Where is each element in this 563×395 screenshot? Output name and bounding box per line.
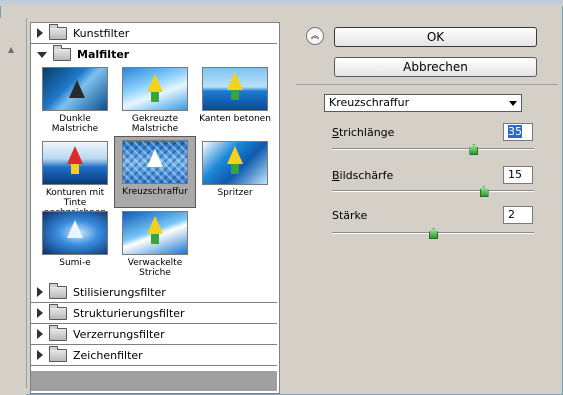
thumbnail-caption: Dunkle Malstriche	[51, 114, 99, 134]
separator	[296, 84, 558, 85]
strichlaenge-track[interactable]	[332, 148, 534, 150]
collapse-triangle-icon[interactable]	[37, 52, 47, 58]
thumb-gekreuzte-malstriche[interactable]: Gekreuzte Malstriche	[115, 67, 195, 137]
folder-icon	[49, 23, 67, 40]
filter-gallery-panel: Kunstfilter Malfilter Dunkle Malstriche …	[30, 22, 280, 394]
thumbnail-image	[122, 140, 188, 184]
category-malfilter[interactable]: Malfilter	[31, 44, 277, 64]
category-label: Kunstfilter	[73, 26, 130, 40]
thumb-dunkle-malstriche[interactable]: Dunkle Malstriche	[35, 67, 115, 137]
thumbnail-image	[122, 67, 188, 111]
bildschaerfe-input[interactable]: 15	[503, 166, 533, 184]
ok-button[interactable]: OK	[334, 27, 537, 47]
category-verzerrungsfilter[interactable]: Verzerrungsfilter	[31, 324, 277, 345]
expand-triangle-icon[interactable]	[37, 28, 43, 38]
thumbnail-caption: Kanten betonen	[199, 114, 271, 124]
folder-icon	[49, 345, 67, 362]
expand-triangle-icon[interactable]	[37, 350, 43, 360]
filter-select[interactable]: Kreuzschraffur	[324, 94, 522, 112]
thumbnail-image	[202, 67, 268, 111]
thumb-kanten-betonen[interactable]: Kanten betonen	[195, 67, 275, 137]
thumbnail-caption: Sumi-e	[59, 258, 91, 268]
filter-select-value: Kreuzschraffur	[329, 96, 410, 109]
category-label: Verzerrungsfilter	[73, 327, 165, 341]
thumbnail-caption: Spritzer	[217, 188, 253, 198]
thumbnail-caption: Gekreuzte Malstriche	[131, 114, 179, 134]
scroll-up-icon[interactable]: ▲	[8, 46, 16, 54]
thumbnail-image	[42, 141, 108, 185]
filter-settings-panel: Kreuzschraffur Strichlänge 35 Bildschärf…	[306, 86, 558, 392]
open-folder-icon	[53, 44, 71, 61]
panel-divider[interactable]	[26, 18, 27, 388]
folder-icon	[49, 282, 67, 299]
category-strukturierungsfilter[interactable]: Strukturierungsfilter	[31, 303, 277, 324]
expand-triangle-icon[interactable]	[37, 329, 43, 339]
category-kunstfilter[interactable]: Kunstfilter	[31, 23, 277, 44]
chevron-down-icon[interactable]	[509, 101, 517, 106]
bildschaerfe-label: Bildschärfe	[332, 169, 394, 182]
staerke-input[interactable]: 2	[503, 206, 533, 224]
staerke-label: Stärke	[332, 209, 368, 222]
thumb-konturen-mit-tinte[interactable]: Konturen mit Tinte nachzeichnen	[35, 141, 115, 218]
thumbnail-caption: Verwackelte Striche	[127, 258, 183, 278]
thumb-verwackelte-striche[interactable]: Verwackelte Striche	[115, 211, 195, 281]
thumb-spritzer[interactable]: Spritzer	[195, 141, 275, 211]
thumb-kreuzschraffur[interactable]: Kreuzschraffur	[114, 136, 196, 208]
strichlaenge-input[interactable]: 35	[503, 123, 533, 141]
expand-triangle-icon[interactable]	[37, 287, 43, 297]
preview-scroll-strip: ▲	[0, 18, 26, 395]
cancel-button[interactable]: Abbrechen	[334, 57, 537, 77]
title-bar-edge	[0, 0, 563, 6]
staerke-slider[interactable]	[429, 228, 438, 239]
thumbnail-caption: Kreuzschraffur	[122, 187, 188, 197]
panel-empty-area	[31, 371, 277, 391]
expand-triangle-icon[interactable]	[37, 308, 43, 318]
thumbnail-image	[202, 141, 268, 185]
thumbnail-image	[122, 211, 188, 255]
thumbnail-image	[42, 67, 108, 111]
thumb-sumi-e[interactable]: Sumi-e	[35, 211, 115, 281]
category-label: Zeichenfilter	[73, 348, 143, 362]
thumbnail-image	[42, 211, 108, 255]
malfilter-thumbnails: Dunkle Malstriche Gekreuzte Malstriche K…	[31, 65, 277, 302]
category-label: Malfilter	[77, 47, 130, 61]
strichlaenge-slider[interactable]	[469, 144, 479, 155]
bildschaerfe-slider[interactable]	[479, 186, 489, 197]
chevron-double-up-icon[interactable]: ︽	[306, 27, 324, 45]
folder-icon	[49, 303, 67, 320]
bildschaerfe-track[interactable]	[332, 190, 534, 192]
category-zeichenfilter[interactable]: Zeichenfilter	[31, 345, 277, 366]
category-stilisierungsfilter[interactable]: Stilisierungsfilter	[31, 282, 277, 303]
strichlaenge-label: Strichlänge	[332, 126, 395, 139]
category-label: Strukturierungsfilter	[73, 306, 185, 320]
folder-icon	[49, 324, 67, 341]
category-label: Stilisierungsfilter	[73, 285, 166, 299]
